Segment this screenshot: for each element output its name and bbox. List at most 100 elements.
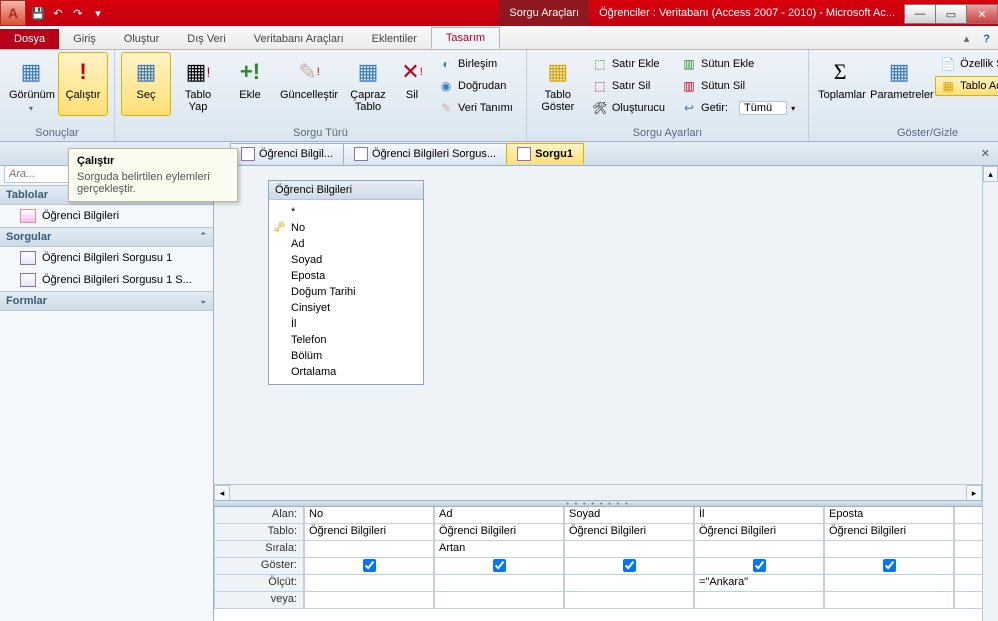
minimize-button[interactable]: —	[904, 4, 936, 24]
return-button[interactable]: ↩Getir: Tümü▾	[676, 98, 800, 118]
table-names-button[interactable]: ▦Tablo Adları	[935, 76, 998, 96]
nav-group-forms[interactable]: Formlar⌄	[0, 291, 213, 311]
qbe-cell[interactable]	[434, 592, 564, 609]
property-sheet-button[interactable]: 📄Özellik Sayfası	[935, 54, 998, 74]
qbe-cell[interactable]	[434, 575, 564, 592]
delete-query-button[interactable]: ✕! Sil	[395, 52, 429, 116]
qat-customize-icon[interactable]: ▾	[90, 5, 106, 21]
undo-icon[interactable]	[50, 5, 66, 21]
expand-icon[interactable]: ⌄	[199, 295, 207, 307]
show-checkbox[interactable]	[363, 559, 376, 572]
field-item[interactable]: Ortalama	[291, 364, 423, 380]
qbe-cell[interactable]	[954, 507, 982, 524]
builder-button[interactable]: 🛠Oluşturucu	[587, 98, 670, 118]
field-item[interactable]: Eposta	[291, 268, 423, 284]
help-icon[interactable]: ?	[975, 29, 998, 49]
qbe-cell[interactable]	[304, 575, 434, 592]
maximize-button[interactable]: ▭	[935, 4, 967, 24]
data-definition-button[interactable]: ✎Veri Tanımı	[433, 98, 518, 118]
tab-create[interactable]: Oluştur	[110, 29, 173, 49]
nav-group-queries[interactable]: Sorgular⌃	[0, 227, 213, 247]
qbe-cell[interactable]	[304, 592, 434, 609]
qbe-cell[interactable]: ="Ankara"	[694, 575, 824, 592]
show-checkbox[interactable]	[883, 559, 896, 572]
insert-rows-button[interactable]: ⬚Satır Ekle	[587, 54, 670, 74]
delete-rows-button[interactable]: ⬚Satır Sil	[587, 76, 670, 96]
table-pane[interactable]: Öğrenci Bilgileri * No Ad Soyad Eposta D…	[214, 166, 998, 500]
qbe-cell[interactable]	[304, 558, 434, 575]
tab-home[interactable]: Giriş	[59, 29, 110, 49]
scroll-left-icon[interactable]: ◂	[214, 485, 230, 501]
field-item[interactable]: Telefon	[291, 332, 423, 348]
show-checkbox[interactable]	[493, 559, 506, 572]
delete-columns-button[interactable]: ▥Sütun Sil	[676, 76, 800, 96]
qbe-cell[interactable]	[564, 575, 694, 592]
collapse-icon[interactable]: ⌃	[199, 231, 207, 243]
qbe-cell[interactable]	[824, 592, 954, 609]
qbe-cell[interactable]: Ad	[434, 507, 564, 524]
qbe-cell[interactable]: Öğrenci Bilgileri	[304, 524, 434, 541]
field-item[interactable]: No	[291, 220, 423, 236]
show-checkbox[interactable]	[623, 559, 636, 572]
qbe-cell[interactable]	[434, 558, 564, 575]
qbe-cell[interactable]	[694, 592, 824, 609]
field-item[interactable]: Soyad	[291, 252, 423, 268]
doc-tab-active[interactable]: Sorgu1	[506, 143, 584, 164]
field-item[interactable]: Ad	[291, 236, 423, 252]
minimize-ribbon-icon[interactable]: ▴	[958, 28, 976, 49]
insert-columns-button[interactable]: ▥Sütun Ekle	[676, 54, 800, 74]
tab-addins[interactable]: Eklentiler	[358, 29, 431, 49]
close-tab-button[interactable]: ✕	[973, 147, 998, 160]
qbe-cell[interactable]	[954, 592, 982, 609]
totals-button[interactable]: Σ Toplamlar	[815, 52, 865, 116]
qbe-cell[interactable]	[304, 541, 434, 558]
field-list[interactable]: Öğrenci Bilgileri * No Ad Soyad Eposta D…	[268, 180, 424, 385]
qbe-cell[interactable]: Öğrenci Bilgileri	[824, 524, 954, 541]
qbe-cell[interactable]	[564, 541, 694, 558]
passthrough-button[interactable]: ◉Doğrudan	[433, 76, 518, 96]
tab-external-data[interactable]: Dış Veri	[173, 29, 240, 49]
scroll-up-icon[interactable]: ▴	[983, 166, 998, 182]
qbe-cell[interactable]	[824, 575, 954, 592]
qbe-cell[interactable]	[954, 575, 982, 592]
qbe-cell[interactable]: Öğrenci Bilgileri	[564, 524, 694, 541]
make-table-button[interactable]: ▦! Tablo Yap	[173, 52, 223, 116]
run-button[interactable]: ! Çalıştır	[58, 52, 108, 116]
qbe-cell[interactable]	[564, 558, 694, 575]
qbe-cell[interactable]	[824, 541, 954, 558]
qbe-cell[interactable]: No	[304, 507, 434, 524]
close-button[interactable]: ✕	[966, 4, 998, 24]
qbe-cell[interactable]: Eposta	[824, 507, 954, 524]
field-item[interactable]: İl	[291, 316, 423, 332]
nav-item-table[interactable]: Öğrenci Bilgileri	[0, 205, 213, 227]
qbe-cell[interactable]	[954, 524, 982, 541]
qbe-cell[interactable]: Artan	[434, 541, 564, 558]
vertical-scrollbar[interactable]: ▴	[982, 166, 998, 621]
update-button[interactable]: ✎! Güncelleştir	[277, 52, 341, 116]
show-checkbox[interactable]	[753, 559, 766, 572]
pane-splitter[interactable]: • • • • • • • •	[214, 500, 982, 507]
field-item[interactable]: Doğum Tarihi	[291, 284, 423, 300]
field-star[interactable]: *	[291, 204, 423, 220]
horizontal-scrollbar[interactable]: ◂ ▸	[214, 484, 982, 500]
field-item[interactable]: Cinsiyet	[291, 300, 423, 316]
tab-database-tools[interactable]: Veritabanı Araçları	[240, 29, 358, 49]
qbe-cell[interactable]: İl	[694, 507, 824, 524]
field-item[interactable]: Bölüm	[291, 348, 423, 364]
nav-item-query[interactable]: Öğrenci Bilgileri Sorgusu 1	[0, 247, 213, 269]
qbe-cell[interactable]	[564, 592, 694, 609]
qbe-cell[interactable]	[694, 558, 824, 575]
qbe-cell[interactable]: Öğrenci Bilgileri	[694, 524, 824, 541]
doc-tab[interactable]: Öğrenci Bilgil...	[230, 143, 344, 164]
doc-tab[interactable]: Öğrenci Bilgileri Sorgus...	[343, 143, 507, 164]
parameters-button[interactable]: ▦ Parametreler	[867, 52, 931, 116]
select-query-button[interactable]: ▦ Seç	[121, 52, 171, 116]
file-tab[interactable]: Dosya	[0, 29, 59, 49]
union-button[interactable]: ◐Birleşim	[433, 54, 518, 74]
nav-item-query[interactable]: Öğrenci Bilgileri Sorgusu 1 S...	[0, 269, 213, 291]
qbe-cell[interactable]	[694, 541, 824, 558]
show-table-button[interactable]: ▦ Tablo Göster	[533, 52, 583, 116]
tab-design[interactable]: Tasarım	[431, 27, 500, 49]
qbe-cell[interactable]: Öğrenci Bilgileri	[434, 524, 564, 541]
crosstab-button[interactable]: ▦ Çapraz Tablo	[343, 52, 393, 116]
